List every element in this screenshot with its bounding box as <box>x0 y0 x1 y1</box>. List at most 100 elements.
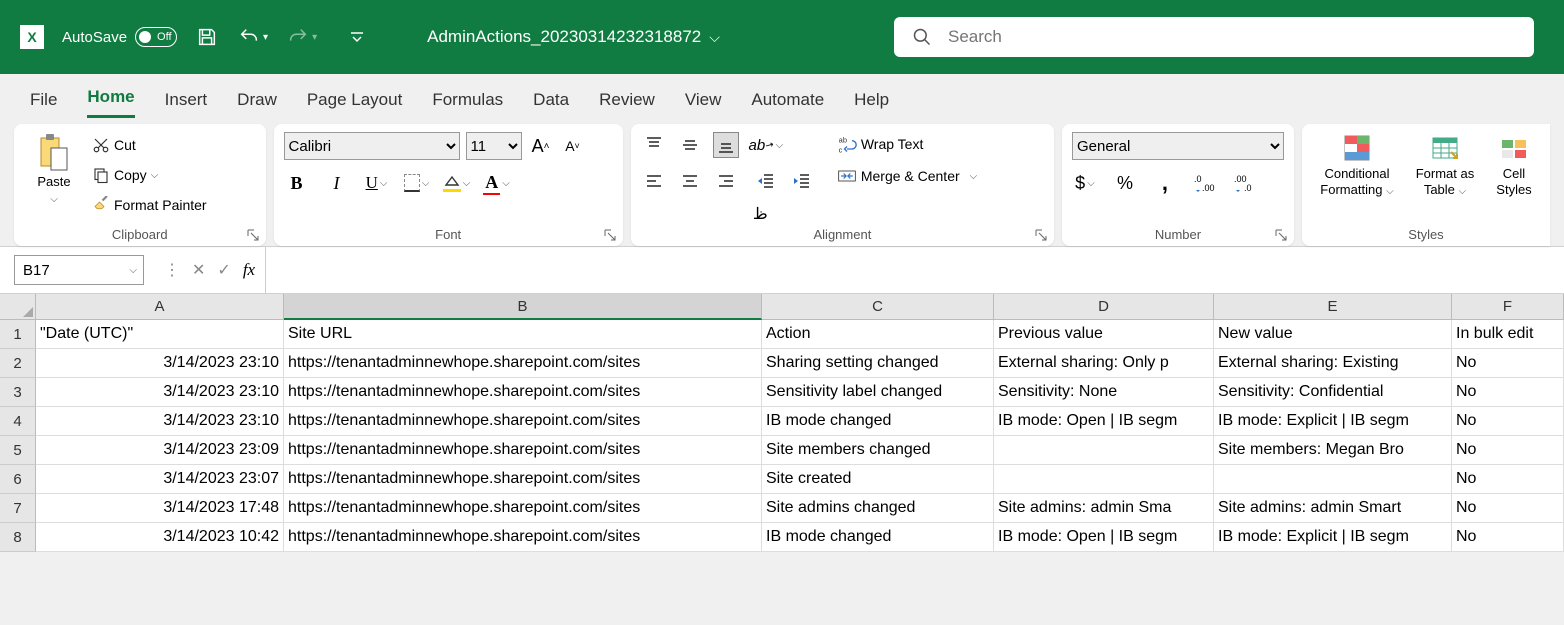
cut-button[interactable]: Cut <box>90 134 209 156</box>
fx-icon[interactable]: fx <box>243 260 255 280</box>
number-format-select[interactable]: General <box>1072 132 1284 160</box>
cell[interactable] <box>994 465 1214 494</box>
cell[interactable]: https://tenantadminnewhope.sharepoint.co… <box>284 523 762 552</box>
cell[interactable]: 3/14/2023 23:10 <box>36 349 284 378</box>
toggle-switch[interactable]: Off <box>135 27 177 47</box>
percent-format-button[interactable]: % <box>1112 170 1138 196</box>
cell[interactable]: No <box>1452 436 1564 465</box>
row-header[interactable]: 3 <box>0 378 36 407</box>
paste-button[interactable]: Paste⌵ <box>24 132 84 206</box>
cell[interactable]: https://tenantadminnewhope.sharepoint.co… <box>284 436 762 465</box>
cell[interactable]: IB mode: Explicit | IB segm <box>1214 523 1452 552</box>
align-top-button[interactable] <box>641 132 667 158</box>
decrease-indent-button[interactable] <box>753 168 779 194</box>
cell[interactable]: No <box>1452 349 1564 378</box>
cell[interactable]: No <box>1452 494 1564 523</box>
format-painter-button[interactable]: Format Painter <box>90 194 209 216</box>
tab-formulas[interactable]: Formulas <box>432 90 503 118</box>
search-box[interactable] <box>894 17 1534 57</box>
clipboard-dialog-launcher-icon[interactable] <box>246 228 260 242</box>
merge-center-button[interactable]: Merge & Center ⌵ <box>835 164 979 188</box>
decrease-font-button[interactable]: A˅ <box>560 133 586 159</box>
customize-qat-icon[interactable] <box>345 25 369 49</box>
cell[interactable]: External sharing: Only p <box>994 349 1214 378</box>
filename-dropdown-icon[interactable]: ⌵ <box>709 29 720 46</box>
cell[interactable]: 3/14/2023 23:07 <box>36 465 284 494</box>
search-input[interactable] <box>948 27 1516 47</box>
cell[interactable]: https://tenantadminnewhope.sharepoint.co… <box>284 378 762 407</box>
column-header-a[interactable]: A <box>36 294 284 320</box>
column-header-f[interactable]: F <box>1452 294 1564 320</box>
cell[interactable]: Sensitivity: Confidential <box>1214 378 1452 407</box>
cell[interactable]: Site admins: admin Sma <box>994 494 1214 523</box>
undo-dropdown-icon[interactable]: ▾ <box>263 32 268 43</box>
number-dialog-launcher-icon[interactable] <box>1274 228 1288 242</box>
tab-draw[interactable]: Draw <box>237 90 277 118</box>
increase-font-button[interactable]: A˄ <box>528 133 554 159</box>
decrease-decimal-button[interactable]: .00.0 <box>1232 170 1258 196</box>
align-bottom-button[interactable] <box>713 132 739 158</box>
conditional-formatting-button[interactable]: Conditional Formatting ⌵ <box>1312 132 1402 198</box>
row-header[interactable]: 6 <box>0 465 36 494</box>
cell[interactable]: 3/14/2023 23:10 <box>36 378 284 407</box>
cell[interactable]: Site admins: admin Smart <box>1214 494 1452 523</box>
autosave-toggle[interactable]: AutoSave Off <box>62 27 177 47</box>
cell[interactable] <box>1214 465 1452 494</box>
tab-data[interactable]: Data <box>533 90 569 118</box>
font-color-button[interactable]: A⌵ <box>484 170 510 196</box>
cell[interactable]: 3/14/2023 23:09 <box>36 436 284 465</box>
fill-color-button[interactable]: ⌵ <box>444 170 470 196</box>
cell[interactable]: Sensitivity label changed <box>762 378 994 407</box>
tab-help[interactable]: Help <box>854 90 889 118</box>
redo-icon[interactable] <box>286 25 310 49</box>
increase-decimal-button[interactable]: .0.00 <box>1192 170 1218 196</box>
align-center-button[interactable] <box>677 168 703 194</box>
name-box-dropdown-icon[interactable]: ⌵ <box>129 265 137 276</box>
cell[interactable]: https://tenantadminnewhope.sharepoint.co… <box>284 465 762 494</box>
font-name-select[interactable]: Calibri <box>284 132 460 160</box>
column-header-e[interactable]: E <box>1214 294 1452 320</box>
comma-format-button[interactable]: , <box>1152 170 1178 196</box>
undo-icon[interactable] <box>237 25 261 49</box>
format-as-table-button[interactable]: Format as Table ⌵ <box>1406 132 1484 198</box>
cell[interactable]: Sensitivity: None <box>994 378 1214 407</box>
cell[interactable]: External sharing: Existing <box>1214 349 1452 378</box>
cell[interactable]: 3/14/2023 10:42 <box>36 523 284 552</box>
cell[interactable]: Action <box>762 320 994 349</box>
increase-indent-button[interactable] <box>789 168 815 194</box>
cell[interactable]: No <box>1452 407 1564 436</box>
underline-button[interactable]: U⌵ <box>364 170 390 196</box>
font-size-select[interactable]: 11 <box>466 132 522 160</box>
cell[interactable]: No <box>1452 378 1564 407</box>
bold-button[interactable]: B <box>284 170 310 196</box>
tab-view[interactable]: View <box>685 90 722 118</box>
column-header-b[interactable]: B <box>284 294 762 320</box>
cell[interactable]: "Date (UTC)" <box>36 320 284 349</box>
cell[interactable]: Site URL <box>284 320 762 349</box>
row-header[interactable]: 8 <box>0 523 36 552</box>
row-header[interactable]: 1 <box>0 320 36 349</box>
cell[interactable]: IB mode changed <box>762 407 994 436</box>
cell[interactable]: IB mode: Open | IB segm <box>994 523 1214 552</box>
tab-home[interactable]: Home <box>87 87 134 118</box>
tab-file[interactable]: File <box>30 90 57 118</box>
cell-styles-button[interactable]: Cell Styles <box>1488 132 1540 197</box>
cell[interactable]: In bulk edit <box>1452 320 1564 349</box>
cell[interactable]: Site members changed <box>762 436 994 465</box>
row-header[interactable]: 2 <box>0 349 36 378</box>
cell[interactable]: https://tenantadminnewhope.sharepoint.co… <box>284 407 762 436</box>
column-header-d[interactable]: D <box>994 294 1214 320</box>
filename[interactable]: AdminActions_20230314232318872 ⌵ <box>427 27 720 47</box>
cell[interactable]: New value <box>1214 320 1452 349</box>
cell[interactable]: https://tenantadminnewhope.sharepoint.co… <box>284 349 762 378</box>
alignment-dialog-launcher-icon[interactable] <box>1034 228 1048 242</box>
row-header[interactable]: 7 <box>0 494 36 523</box>
cell[interactable]: IB mode: Open | IB segm <box>994 407 1214 436</box>
cell[interactable]: 3/14/2023 17:48 <box>36 494 284 523</box>
cancel-icon[interactable]: ✕ <box>192 260 205 280</box>
column-header-c[interactable]: C <box>762 294 994 320</box>
cell[interactable]: IB mode changed <box>762 523 994 552</box>
cell[interactable]: No <box>1452 465 1564 494</box>
cell[interactable] <box>994 436 1214 465</box>
enter-icon[interactable]: ✓ <box>217 260 230 280</box>
